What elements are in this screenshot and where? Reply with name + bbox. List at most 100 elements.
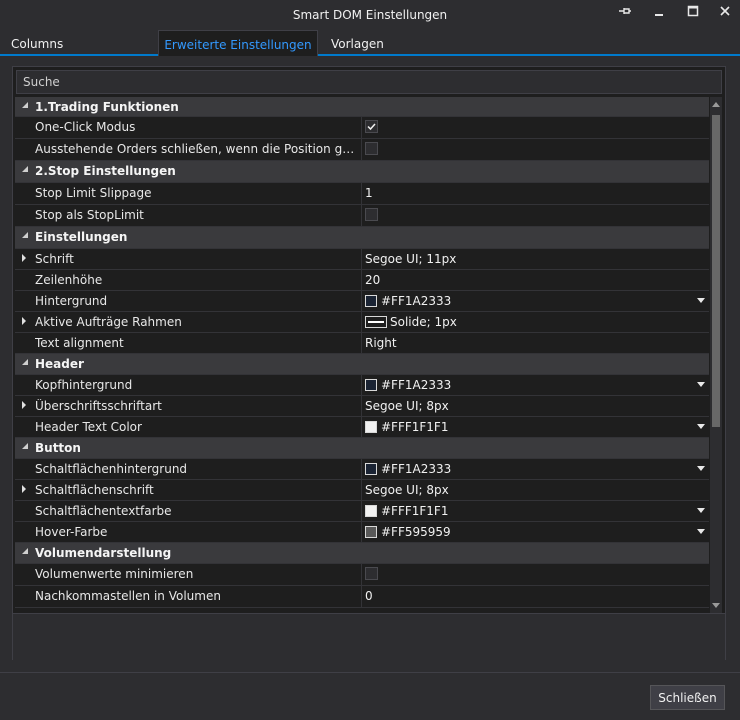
checkmark-icon bbox=[367, 123, 376, 131]
column-separator bbox=[361, 270, 362, 290]
category-label: Volumendarstellung bbox=[35, 546, 172, 560]
property-name: Text alignment bbox=[35, 336, 124, 350]
property-row[interactable]: Stop als StopLimit bbox=[15, 205, 709, 227]
property-value[interactable]: #FF1A2333 bbox=[365, 378, 451, 392]
category-row[interactable]: Header bbox=[15, 354, 709, 375]
property-value[interactable]: #FFF1F1F1 bbox=[365, 420, 448, 434]
maximize-button[interactable] bbox=[680, 4, 706, 24]
expand-arrow-icon[interactable] bbox=[21, 401, 27, 409]
property-value[interactable]: #FFF1F1F1 bbox=[365, 504, 448, 518]
property-row[interactable]: Schrift Segoe UI; 11px bbox=[15, 249, 709, 270]
minimize-button[interactable] bbox=[646, 4, 672, 24]
search-input[interactable] bbox=[16, 70, 722, 94]
dropdown-arrow-icon[interactable] bbox=[697, 382, 705, 387]
property-value[interactable]: Segoe UI; 8px bbox=[365, 399, 449, 413]
property-value[interactable]: #FF1A2333 bbox=[365, 462, 451, 476]
scroll-up-icon bbox=[712, 102, 720, 107]
property-name: Schaltflächenschrift bbox=[35, 483, 154, 497]
tab-advanced-settings[interactable]: Erweiterte Einstellungen bbox=[158, 30, 318, 56]
property-value[interactable]: #FF595959 bbox=[365, 525, 451, 539]
property-value[interactable]: Right bbox=[365, 336, 397, 350]
property-checkbox[interactable] bbox=[365, 142, 378, 155]
category-row[interactable]: 2.Stop Einstellungen bbox=[15, 161, 709, 183]
property-value[interactable]: #FF1A2333 bbox=[365, 294, 451, 308]
line-style-preview bbox=[365, 316, 387, 328]
property-row[interactable]: One-Click Modus bbox=[15, 117, 709, 139]
collapse-triangle-icon[interactable] bbox=[21, 358, 29, 366]
property-row[interactable]: Aktive Aufträge Rahmen Solide; 1px bbox=[15, 312, 709, 333]
property-value[interactable]: Solide; 1px bbox=[365, 315, 457, 329]
property-name: Schaltflächentextfarbe bbox=[35, 504, 172, 518]
property-row[interactable]: Stop Limit Slippage 1 bbox=[15, 183, 709, 205]
expand-arrow-icon[interactable] bbox=[21, 317, 27, 325]
collapse-triangle-icon[interactable] bbox=[21, 442, 29, 450]
close-window-button[interactable] bbox=[712, 4, 738, 24]
category-label: 2.Stop Einstellungen bbox=[35, 164, 176, 178]
property-name: Stop als StopLimit bbox=[35, 208, 144, 222]
collapse-triangle-icon[interactable] bbox=[21, 101, 29, 109]
property-checkbox[interactable] bbox=[365, 567, 378, 580]
column-separator bbox=[361, 564, 362, 585]
category-row[interactable]: Einstellungen bbox=[15, 227, 709, 249]
property-value[interactable]: 0 bbox=[365, 589, 373, 603]
property-row[interactable]: Hintergrund #FF1A2333 bbox=[15, 291, 709, 312]
column-separator bbox=[361, 117, 362, 138]
collapse-triangle-icon[interactable] bbox=[21, 165, 29, 173]
column-separator bbox=[361, 333, 362, 353]
property-checkbox[interactable] bbox=[365, 208, 378, 221]
property-value[interactable]: Segoe UI; 11px bbox=[365, 252, 456, 266]
property-name: One-Click Modus bbox=[35, 120, 136, 134]
dropdown-arrow-icon[interactable] bbox=[697, 424, 705, 429]
expand-arrow-icon[interactable] bbox=[21, 485, 27, 493]
dropdown-arrow-icon[interactable] bbox=[697, 508, 705, 513]
close-icon bbox=[720, 6, 730, 16]
scroll-down-icon bbox=[712, 603, 720, 608]
property-name: Schaltflächenhintergrund bbox=[35, 462, 188, 476]
property-value[interactable]: 1 bbox=[365, 186, 373, 200]
property-row[interactable]: Schaltflächenschrift Segoe UI; 8px bbox=[15, 480, 709, 501]
property-row[interactable]: Text alignment Right bbox=[15, 333, 709, 354]
color-swatch bbox=[365, 295, 377, 307]
color-value: #FF595959 bbox=[381, 525, 451, 539]
vertical-scrollbar[interactable] bbox=[710, 97, 722, 613]
category-label: Header bbox=[35, 357, 84, 371]
dropdown-arrow-icon[interactable] bbox=[697, 529, 705, 534]
property-row[interactable]: Header Text Color #FFF1F1F1 bbox=[15, 417, 709, 438]
category-row[interactable]: Button bbox=[15, 438, 709, 459]
category-row[interactable]: Volumendarstellung bbox=[15, 543, 709, 564]
collapse-triangle-icon[interactable] bbox=[21, 547, 29, 555]
pin-button[interactable] bbox=[612, 4, 638, 24]
property-row[interactable]: Ausstehende Orders schließen, wenn die P… bbox=[15, 139, 709, 161]
description-area bbox=[13, 613, 725, 660]
close-dialog-button[interactable]: Schließen bbox=[650, 685, 725, 710]
column-separator bbox=[361, 139, 362, 160]
column-separator bbox=[361, 312, 362, 332]
tab-columns[interactable]: Columns bbox=[11, 30, 63, 54]
property-value[interactable]: Segoe UI; 8px bbox=[365, 483, 449, 497]
property-row[interactable]: Kopfhintergrund #FF1A2333 bbox=[15, 375, 709, 396]
property-row[interactable]: Hover-Farbe #FF595959 bbox=[15, 522, 709, 543]
color-value: #FFF1F1F1 bbox=[381, 504, 449, 518]
column-separator bbox=[361, 183, 362, 204]
category-label: Einstellungen bbox=[35, 230, 128, 244]
property-row[interactable]: Zeilenhöhe 20 bbox=[15, 270, 709, 291]
expand-arrow-icon[interactable] bbox=[21, 254, 27, 262]
collapse-triangle-icon[interactable] bbox=[21, 231, 29, 239]
property-checkbox[interactable] bbox=[365, 120, 378, 133]
property-row[interactable]: Nachkommastellen in Volumen 0 bbox=[15, 586, 709, 608]
category-row[interactable]: 1.Trading Funktionen bbox=[15, 97, 709, 117]
property-row[interactable]: Schaltflächentextfarbe #FFF1F1F1 bbox=[15, 501, 709, 522]
tab-templates[interactable]: Vorlagen bbox=[331, 30, 384, 54]
property-value[interactable]: 20 bbox=[365, 273, 380, 287]
property-name: Zeilenhöhe bbox=[35, 273, 103, 287]
dropdown-arrow-icon[interactable] bbox=[697, 298, 705, 303]
property-row[interactable]: Schaltflächenhintergrund #FF1A2333 bbox=[15, 459, 709, 480]
color-swatch bbox=[365, 379, 377, 391]
property-name: Ausstehende Orders schließen, wenn die P… bbox=[35, 142, 357, 156]
property-row[interactable]: Überschriftsschriftart Segoe UI; 8px bbox=[15, 396, 709, 417]
dropdown-arrow-icon[interactable] bbox=[697, 466, 705, 471]
property-row[interactable]: Volumenwerte minimieren bbox=[15, 564, 709, 586]
scrollbar-thumb[interactable] bbox=[712, 115, 720, 427]
column-separator bbox=[361, 249, 362, 269]
column-separator bbox=[361, 459, 362, 479]
